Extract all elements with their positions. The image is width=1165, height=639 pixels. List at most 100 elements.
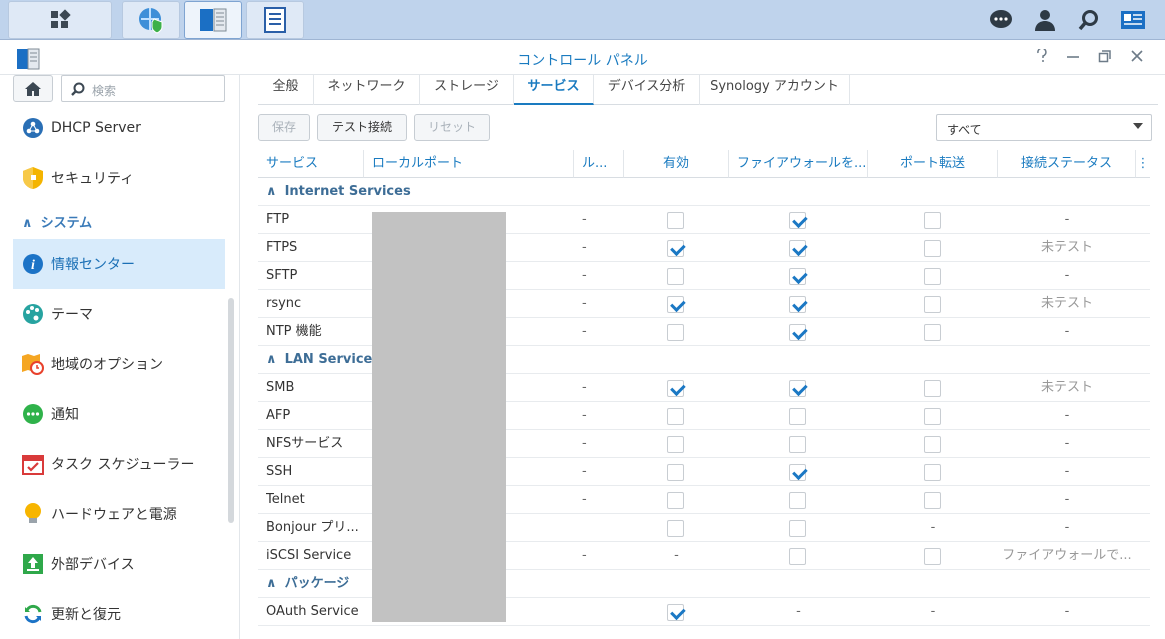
column-header-enabled[interactable]: 有効: [624, 150, 729, 178]
help-button[interactable]: [1033, 47, 1051, 67]
firewall-checkbox[interactable]: [789, 520, 806, 537]
portfw-checkbox[interactable]: [924, 296, 941, 313]
firewall-checkbox[interactable]: [789, 436, 806, 453]
column-header-service[interactable]: サービス: [258, 150, 364, 178]
portfw-checkbox[interactable]: [924, 268, 941, 285]
firewall-checkbox[interactable]: [789, 324, 806, 341]
tab-bar: 全般 ネットワーク ストレージ サービス デバイス分析 Synology アカウ…: [258, 75, 1158, 105]
tab-device-analytics[interactable]: デバイス分析: [594, 75, 700, 105]
group-label: ∧ LAN Services: [266, 346, 380, 374]
refresh-icon: [21, 602, 45, 626]
cell-name: iSCSI Service: [266, 548, 352, 563]
column-menu-button[interactable]: ⋮: [1136, 150, 1150, 178]
sidebar-item-info-center[interactable]: i 情報センター: [13, 239, 225, 289]
firewall-checkbox[interactable]: [789, 268, 806, 285]
sidebar-item-theme[interactable]: テーマ: [13, 289, 225, 339]
cell-name: rsync: [266, 296, 302, 311]
tab-services[interactable]: サービス: [514, 75, 594, 105]
window-title: コントロール パネル: [517, 53, 648, 69]
enabled-checkbox[interactable]: [667, 212, 684, 229]
sidebar-item-regional-options[interactable]: 地域のオプション: [13, 339, 225, 389]
firewall-checkbox[interactable]: [789, 296, 806, 313]
tab-general[interactable]: 全般: [258, 75, 314, 105]
column-header-port-forwarding[interactable]: ポート転送: [868, 150, 998, 178]
column-header-connection-status[interactable]: 接続ステータス: [998, 150, 1136, 178]
taskbar-control-panel[interactable]: [184, 1, 242, 39]
enabled-checkbox[interactable]: [667, 240, 684, 257]
enabled-checkbox[interactable]: [667, 408, 684, 425]
minimize-button[interactable]: [1064, 49, 1082, 67]
section-system-header[interactable]: ∧ システム: [22, 212, 92, 231]
home-button[interactable]: [13, 75, 53, 102]
portfw-checkbox[interactable]: [924, 324, 941, 341]
clock-map-icon: [21, 352, 45, 376]
portfw-checkbox[interactable]: [924, 408, 941, 425]
firewall-checkbox[interactable]: [789, 240, 806, 257]
enabled-checkbox[interactable]: [667, 380, 684, 397]
tab-synology-account[interactable]: Synology アカウント: [700, 75, 850, 105]
enabled-checkbox[interactable]: [667, 324, 684, 341]
messages-button[interactable]: [980, 0, 1022, 40]
portfw-checkbox[interactable]: [924, 380, 941, 397]
sidebar-item-hardware-power[interactable]: ハードウェアと電源: [13, 489, 225, 539]
firewall-checkbox[interactable]: [789, 548, 806, 565]
user-button[interactable]: [1024, 0, 1066, 40]
grid-icon: [51, 9, 71, 28]
save-button[interactable]: 保存: [258, 114, 310, 141]
sidebar-item-dhcp[interactable]: DHCP Server: [13, 103, 225, 153]
group-title: パッケージ: [284, 576, 350, 591]
section-label: システム: [40, 216, 93, 231]
column-header-local-port[interactable]: ローカルポート: [364, 150, 574, 178]
portfw-checkbox[interactable]: [924, 212, 941, 229]
main-menu-button[interactable]: [8, 1, 112, 39]
tab-storage[interactable]: ストレージ: [420, 75, 514, 105]
cell-rule: -: [582, 436, 587, 451]
search-input[interactable]: 検索: [61, 75, 225, 102]
chat-bubble-icon: [990, 10, 1012, 28]
taskbar-security-advisor[interactable]: [122, 1, 180, 39]
portfw-checkbox[interactable]: [924, 548, 941, 565]
portfw-checkbox[interactable]: [924, 464, 941, 481]
sidebar-scrollbar[interactable]: [228, 298, 234, 523]
portfw-checkbox[interactable]: [924, 436, 941, 453]
sidebar-item-task-scheduler[interactable]: タスク スケジューラー: [13, 439, 225, 489]
firewall-checkbox[interactable]: [789, 212, 806, 229]
enabled-checkbox[interactable]: [667, 268, 684, 285]
cell-status: -: [1064, 604, 1070, 619]
sidebar-item-update-restore[interactable]: 更新と復元: [13, 589, 225, 639]
group-label: ∧ Internet Services: [266, 178, 411, 206]
sidebar-item-external-devices[interactable]: 外部デバイス: [13, 539, 225, 589]
portfw-checkbox[interactable]: [924, 240, 941, 257]
sidebar-item-label: ハードウェアと電源: [51, 507, 177, 523]
widgets-button[interactable]: [1112, 0, 1154, 40]
firewall-checkbox[interactable]: [789, 492, 806, 509]
firewall-checkbox[interactable]: [789, 464, 806, 481]
search-button[interactable]: [1068, 0, 1110, 40]
enabled-checkbox[interactable]: [667, 520, 684, 537]
enabled-checkbox[interactable]: [667, 436, 684, 453]
sidebar-item-label: DHCP Server: [51, 120, 141, 136]
cell-status: -: [1064, 520, 1070, 535]
enabled-checkbox[interactable]: [667, 464, 684, 481]
tab-network[interactable]: ネットワーク: [314, 75, 420, 105]
column-header-firewall[interactable]: ファイアウォールを...: [729, 150, 868, 178]
firewall-checkbox[interactable]: [789, 408, 806, 425]
taskbar-log-center[interactable]: [246, 1, 304, 39]
enabled-checkbox[interactable]: [667, 296, 684, 313]
firewall-checkbox[interactable]: [789, 380, 806, 397]
test-connection-button[interactable]: テスト接続: [317, 114, 407, 141]
cell-status: ファイアウォールで...: [1002, 548, 1132, 563]
reset-button[interactable]: リセット: [414, 114, 490, 141]
filter-dropdown[interactable]: すべて: [936, 114, 1152, 141]
restore-button[interactable]: [1096, 49, 1114, 67]
upload-icon: [21, 552, 45, 576]
cell-name: NTP 機能: [266, 324, 322, 339]
portfw-checkbox[interactable]: [924, 492, 941, 509]
enabled-checkbox[interactable]: [667, 492, 684, 509]
sidebar-item-security[interactable]: セキュリティ: [13, 153, 225, 203]
column-header-rule[interactable]: ル...: [574, 150, 624, 178]
close-button[interactable]: [1128, 49, 1146, 67]
sidebar-item-notification[interactable]: 通知: [13, 389, 225, 439]
enabled-checkbox[interactable]: [667, 604, 684, 621]
group-header-internet[interactable]: ∧ Internet Services: [258, 178, 1150, 206]
